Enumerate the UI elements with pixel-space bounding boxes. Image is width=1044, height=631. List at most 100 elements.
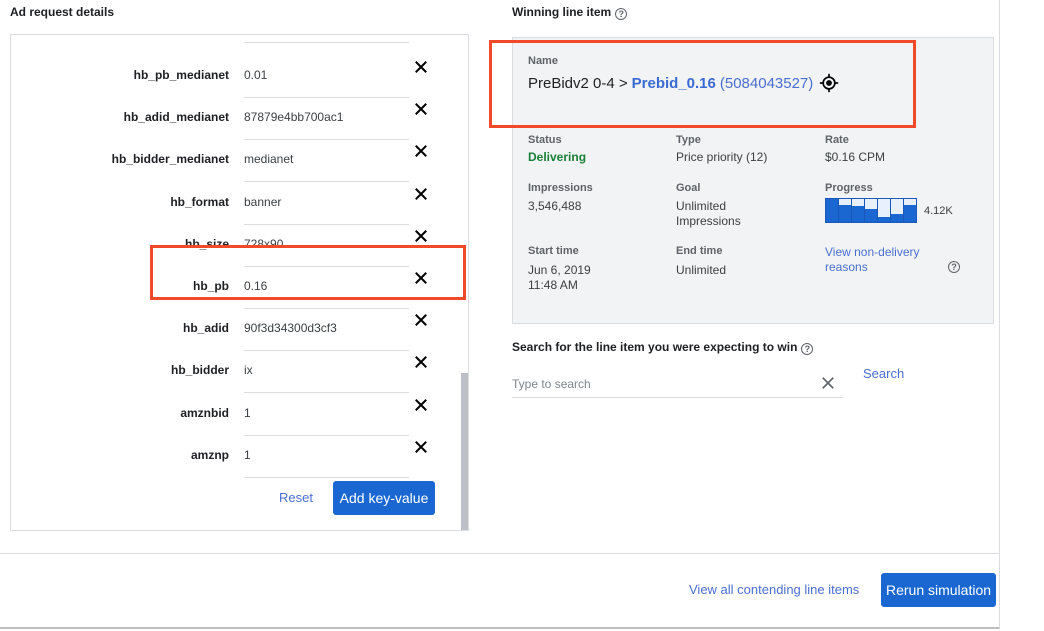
- winning-line-item-label: Winning line item: [512, 5, 612, 19]
- winning-line-item-title: Winning line item?: [512, 5, 628, 20]
- remove-key-value-icon[interactable]: [412, 311, 430, 329]
- remove-key-value-icon[interactable]: [412, 396, 430, 414]
- progress-bar-fill: [826, 199, 838, 222]
- remove-key-value-icon[interactable]: [412, 227, 430, 245]
- value-field[interactable]: ix: [244, 363, 409, 394]
- value-field[interactable]: 0.16: [244, 279, 409, 309]
- end-time-label: End time: [676, 245, 723, 257]
- remove-key-value-icon[interactable]: [412, 100, 430, 118]
- progress-bar-segment: [865, 199, 878, 222]
- key-value-row: hb_adid 90f3d34300d3cf3: [11, 310, 451, 352]
- help-icon[interactable]: ?: [801, 343, 814, 355]
- key-label: hb_adid_medianet: [123, 110, 229, 125]
- clear-icon[interactable]: [819, 374, 837, 392]
- key-value-list: hb_pb_medianet 0.01 hb_adid_medianet 87879e…: [10, 34, 469, 531]
- value-field[interactable]: medianet: [244, 152, 409, 183]
- remove-key-value-icon[interactable]: [412, 185, 430, 203]
- progress-bar-segment: [891, 199, 904, 222]
- remove-key-value-icon[interactable]: [412, 269, 430, 287]
- start-date: Jun 6, 2019: [528, 263, 591, 277]
- key-label: hb_size: [184, 236, 229, 251]
- goal-value-line2: Impressions: [676, 214, 741, 228]
- key-value-row: hb_bidder ix: [11, 352, 451, 394]
- scrollbar-thumb[interactable]: [461, 373, 468, 530]
- key-label: hb_bidder_medianet: [111, 152, 229, 167]
- progress-value: 4.12K: [924, 205, 953, 217]
- key-value-row: hb_size 728x90: [11, 226, 451, 268]
- progress-bar-fill: [839, 204, 851, 222]
- value-field[interactable]: 0.01: [244, 68, 409, 98]
- impressions-value: 3,546,488: [528, 199, 582, 213]
- key-value-row: hb_pb 0.16: [11, 268, 451, 310]
- end-time-value: Unlimited: [676, 263, 727, 277]
- view-all-contending-line-items-link[interactable]: View all contending line items: [689, 582, 859, 597]
- help-icon[interactable]: ?: [615, 8, 628, 20]
- progress-bar-segment: [839, 199, 852, 222]
- key-label: hb_pb: [193, 279, 229, 293]
- reset-button[interactable]: Reset: [279, 490, 313, 505]
- footer-divider: [0, 553, 999, 554]
- start-time: 11:48 AM: [528, 278, 578, 292]
- non-delivery-line1: View non-delivery: [825, 245, 920, 259]
- remove-key-value-icon[interactable]: [412, 353, 430, 371]
- status-label: Status: [528, 134, 562, 146]
- remove-key-value-icon[interactable]: [412, 142, 430, 160]
- progress-bar-segment: [852, 199, 865, 222]
- search-button[interactable]: Search: [863, 366, 904, 381]
- key-value-row: amznbid 1: [11, 395, 451, 437]
- line-item-search-input[interactable]: [512, 370, 843, 398]
- remove-key-value-icon[interactable]: [412, 438, 430, 456]
- progress-bar-segment: [878, 199, 891, 222]
- value-field[interactable]: 90f3d34300d3cf3: [244, 321, 409, 352]
- key-label: hb_adid: [182, 321, 229, 336]
- ad-request-details-title: Ad request details: [10, 5, 115, 19]
- type-value: Price priority (12): [676, 150, 768, 164]
- locate-icon[interactable]: [819, 73, 839, 93]
- rerun-simulation-button[interactable]: Rerun simulation: [881, 573, 996, 607]
- line-item-id[interactable]: (5084043527): [720, 75, 813, 92]
- name-label: Name: [528, 55, 558, 67]
- key-value-row: hb_adid_medianet 87879e4bb700ac1: [11, 99, 451, 141]
- help-icon[interactable]: ?: [948, 261, 960, 273]
- goal-value: Unlimited Impressions: [676, 199, 741, 229]
- goal-value-line1: Unlimited: [676, 199, 727, 213]
- value-field[interactable]: 1: [244, 406, 409, 436]
- simulation-dialog: Ad request details hb_pb_medianet 0.01 hb_…: [0, 0, 1000, 629]
- progress-sparkline: [825, 198, 917, 223]
- progress-bar-fill: [904, 204, 916, 222]
- line-item-name: PreBidv2 0-4 > Prebid_0.16 (5084043527): [528, 73, 839, 93]
- add-key-value-button[interactable]: Add key-value: [333, 481, 435, 515]
- key-label: hb_bidder: [170, 363, 229, 378]
- view-non-delivery-reasons-link[interactable]: View non-delivery reasons: [825, 245, 920, 275]
- progress-label: Progress: [825, 182, 873, 194]
- line-item-link[interactable]: Prebid_0.16: [632, 75, 716, 92]
- progress-bar-segment: [904, 199, 916, 222]
- progress-bar-fill: [878, 217, 890, 222]
- key-label: hb_format: [170, 194, 229, 209]
- start-time-value: Jun 6, 2019 11:48 AM: [528, 263, 591, 293]
- key-value-row: hb_pb_medianet 0.01: [11, 57, 451, 99]
- rate-value: $0.16 CPM: [825, 150, 886, 164]
- key-label: amznbid: [180, 405, 229, 420]
- key-label: hb_pb_medianet: [133, 68, 229, 82]
- goal-label: Goal: [676, 182, 701, 194]
- key-value-row: hb_format banner: [11, 184, 451, 226]
- winning-line-item-panel: Name PreBidv2 0-4 > Prebid_0.16 (5084043…: [512, 37, 994, 324]
- value-field[interactable]: 1: [244, 448, 409, 478]
- impressions-label: Impressions: [528, 182, 593, 194]
- progress-bar-segment: [826, 199, 839, 222]
- value-field[interactable]: 728x90: [244, 237, 409, 267]
- type-label: Type: [676, 134, 701, 146]
- order-name: PreBidv2 0-4 >: [528, 74, 628, 92]
- value-field[interactable]: banner: [244, 195, 409, 225]
- key-value-row: hb_bidder_medianet medianet: [11, 141, 451, 183]
- search-section-title: Search for the line item you were expect…: [512, 340, 814, 355]
- status-value: Delivering: [528, 150, 587, 164]
- value-field[interactable]: 87879e4bb700ac1: [244, 110, 409, 141]
- rate-label: Rate: [825, 134, 849, 146]
- key-label: amznp: [190, 447, 229, 462]
- start-time-label: Start time: [528, 245, 579, 257]
- remove-key-value-icon[interactable]: [412, 58, 430, 76]
- progress-bar-fill: [865, 208, 877, 222]
- progress-bar-fill: [891, 213, 903, 222]
